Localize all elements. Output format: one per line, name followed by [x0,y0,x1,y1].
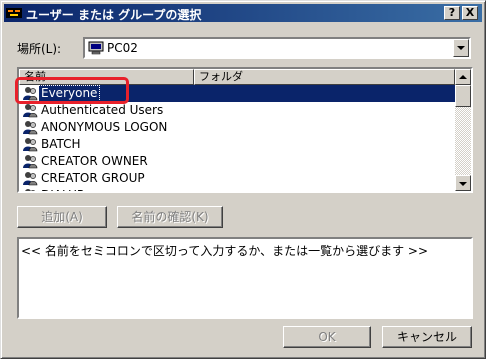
list-item-name: CREATOR OWNER [41,154,148,168]
add-button[interactable]: 追加(A) [17,206,107,228]
chevron-down-icon [457,46,465,50]
list-item[interactable]: CREATOR OWNER [19,153,455,170]
title-bar[interactable]: ユーザー または グループの選択 ? X [4,4,482,22]
names-input[interactable]: << 名前をセミコロンで区切って入力するか、または一覧から選びます >> [17,237,473,319]
cancel-button[interactable]: キャンセル [382,326,472,348]
user-group-icon [25,189,36,191]
scroll-up-button[interactable] [455,69,471,85]
annotation-highlight [15,77,129,104]
list-item[interactable]: BATCH [19,136,455,153]
app-icon [6,8,22,18]
user-group-icon [23,172,38,186]
check-names-button[interactable]: 名前の確認(K) [117,206,223,228]
list-item[interactable]: DIALUP [19,187,455,191]
vertical-scrollbar[interactable] [455,69,471,191]
list-item-name: DIALUP [39,188,86,191]
list-item-name: Authenticated Users [41,103,164,117]
location-value: PC02 [107,41,138,55]
location-combobox[interactable]: PC02 [83,37,471,59]
computer-icon [88,41,104,55]
select-users-dialog: ユーザー または グループの選択 ? X 場所(L): PC02 名前 フォルダ… [0,0,486,359]
list-item-name: CREATOR GROUP [41,171,145,185]
column-header-folder[interactable]: フォルダ [194,69,455,85]
scroll-thumb[interactable] [455,85,471,107]
chevron-up-icon [459,75,467,79]
user-group-icon [23,155,38,169]
help-button[interactable]: ? [444,6,460,20]
list-item-name: BATCH [41,137,81,151]
location-label: 場所(L): [17,42,62,56]
list-item[interactable]: CREATOR GROUP [19,170,455,187]
user-group-icon [23,121,38,135]
window-title: ユーザー または グループの選択 [26,8,202,22]
ok-button[interactable]: OK [283,326,371,348]
user-group-icon [23,138,38,152]
chevron-down-icon [459,182,467,186]
list-item[interactable]: ANONYMOUS LOGON [19,119,455,136]
close-button[interactable]: X [462,6,478,20]
list-item[interactable]: Authenticated Users [19,102,455,119]
names-input-placeholder: << 名前をセミコロンで区切って入力するか、または一覧から選びます >> [21,244,429,258]
user-group-icon [23,104,38,118]
location-dropdown-button[interactable] [453,39,469,57]
list-item-name: ANONYMOUS LOGON [41,120,168,134]
scroll-down-button[interactable] [455,175,471,191]
